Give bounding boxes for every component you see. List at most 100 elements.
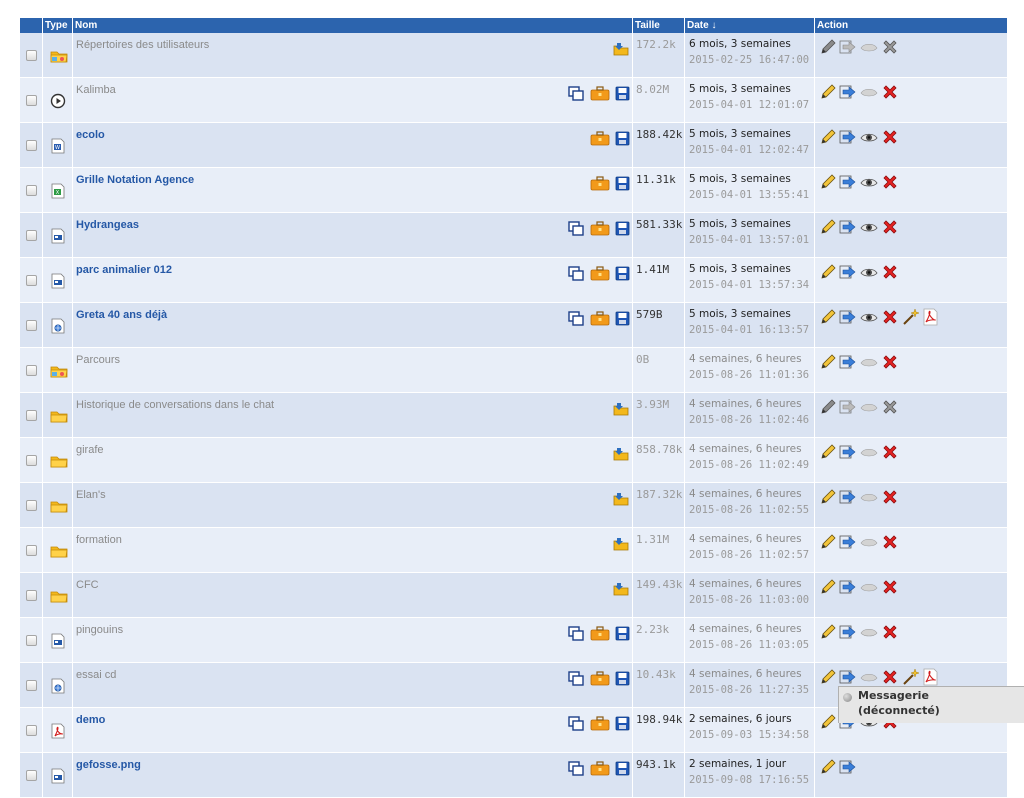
forward-icon[interactable]	[839, 399, 857, 415]
row-checkbox[interactable]	[25, 679, 37, 691]
briefcase-icon[interactable]	[590, 131, 610, 146]
save-icon[interactable]	[615, 671, 630, 686]
delete-icon[interactable]	[881, 38, 899, 56]
delete-icon[interactable]	[881, 398, 899, 416]
header-date[interactable]: Date ↓	[685, 18, 815, 33]
preview-icon[interactable]	[860, 535, 878, 549]
delete-icon[interactable]	[881, 83, 899, 101]
edit-icon[interactable]	[819, 488, 836, 506]
forward-icon[interactable]	[839, 534, 857, 550]
pdf-icon[interactable]	[923, 308, 939, 326]
delete-icon[interactable]	[881, 443, 899, 461]
edit-icon[interactable]	[819, 38, 836, 56]
file-name[interactable]: Kalimba	[76, 84, 116, 96]
edit-icon[interactable]	[819, 308, 836, 326]
file-name[interactable]: Grille Notation Agence	[76, 174, 194, 186]
save-icon[interactable]	[615, 761, 630, 776]
preview-icon[interactable]	[860, 445, 878, 459]
preview-icon[interactable]	[860, 40, 878, 54]
file-name[interactable]: Elan's	[76, 489, 106, 501]
table-row[interactable]: CFC 149.43k 4 semaines, 6 heures 2015-08-26…	[20, 573, 1008, 618]
row-checkbox[interactable]	[25, 499, 37, 511]
file-name[interactable]: demo	[76, 714, 105, 726]
briefcase-icon[interactable]	[590, 626, 610, 641]
move-icon[interactable]	[612, 446, 630, 462]
edit-icon[interactable]	[819, 173, 836, 191]
table-row[interactable]: Greta 40 ans déjà 579B 5 mois, 3 semaines 2…	[20, 303, 1008, 348]
forward-icon[interactable]	[839, 444, 857, 460]
table-row[interactable]: Historique de conversations dans le chat…	[20, 393, 1008, 438]
file-name[interactable]: pingouins	[76, 624, 123, 636]
edit-icon[interactable]	[819, 83, 836, 101]
table-row[interactable]: Hydrangeas 581.33k 5 mois, 3 semaines 2015-…	[20, 213, 1008, 258]
view-icon[interactable]	[860, 175, 878, 189]
table-row[interactable]: girafe 858.78k 4 semaines, 6 heures 2015-08…	[20, 438, 1008, 483]
row-checkbox[interactable]	[25, 454, 37, 466]
save-icon[interactable]	[615, 626, 630, 641]
forward-icon[interactable]	[839, 309, 857, 325]
table-row[interactable]: Kalimba 8.02M 5 mois, 3 semaines 2015-04-01…	[20, 78, 1008, 123]
copy-icon[interactable]	[568, 716, 585, 731]
view-icon[interactable]	[860, 130, 878, 144]
view-icon[interactable]	[860, 265, 878, 279]
table-row[interactable]: Répertoires des utilisateurs 172.2k 6 mois…	[20, 33, 1008, 78]
forward-icon[interactable]	[839, 84, 857, 100]
messenger-panel[interactable]: Messagerie (déconnecté)	[838, 686, 1024, 723]
forward-icon[interactable]	[839, 219, 857, 235]
move-icon[interactable]	[612, 536, 630, 552]
briefcase-icon[interactable]	[590, 221, 610, 236]
delete-icon[interactable]	[881, 308, 899, 326]
table-row[interactable]: Elan's 187.32k 4 semaines, 6 heures 2015-08…	[20, 483, 1008, 528]
row-checkbox[interactable]	[25, 229, 37, 241]
edit-icon[interactable]	[819, 443, 836, 461]
row-checkbox[interactable]	[25, 409, 37, 421]
copy-icon[interactable]	[568, 86, 585, 101]
edit-icon[interactable]	[819, 128, 836, 146]
forward-icon[interactable]	[839, 579, 857, 595]
briefcase-icon[interactable]	[590, 671, 610, 686]
row-checkbox[interactable]	[25, 184, 37, 196]
delete-icon[interactable]	[881, 173, 899, 191]
preview-icon[interactable]	[860, 670, 878, 684]
move-icon[interactable]	[612, 41, 630, 57]
row-checkbox[interactable]	[25, 634, 37, 646]
table-row[interactable]: parc animalier 012 1.41M 5 mois, 3 semaine…	[20, 258, 1008, 303]
save-icon[interactable]	[615, 176, 630, 191]
file-name[interactable]: Hydrangeas	[76, 219, 139, 231]
delete-icon[interactable]	[881, 533, 899, 551]
edit-icon[interactable]	[819, 623, 836, 641]
briefcase-icon[interactable]	[590, 86, 610, 101]
edit-icon[interactable]	[819, 263, 836, 281]
copy-icon[interactable]	[568, 266, 585, 281]
forward-icon[interactable]	[839, 174, 857, 190]
copy-icon[interactable]	[568, 761, 585, 776]
table-row[interactable]: X Grille Notation Agence 11.31k 5 mois, 3 s…	[20, 168, 1008, 213]
delete-icon[interactable]	[881, 128, 899, 146]
delete-icon[interactable]	[881, 623, 899, 641]
view-icon[interactable]	[860, 310, 878, 324]
file-name[interactable]: Greta 40 ans déjà	[76, 309, 167, 321]
save-icon[interactable]	[615, 716, 630, 731]
briefcase-icon[interactable]	[590, 761, 610, 776]
row-checkbox[interactable]	[25, 274, 37, 286]
delete-icon[interactable]	[881, 668, 899, 686]
move-icon[interactable]	[612, 401, 630, 417]
edit-icon[interactable]	[819, 533, 836, 551]
edit-icon[interactable]	[819, 713, 836, 731]
file-name[interactable]: Parcours	[76, 354, 120, 366]
preview-icon[interactable]	[860, 625, 878, 639]
row-checkbox[interactable]	[25, 364, 37, 376]
row-checkbox[interactable]	[25, 94, 37, 106]
row-checkbox[interactable]	[25, 544, 37, 556]
row-checkbox[interactable]	[25, 589, 37, 601]
table-row[interactable]: Parcours 0B 4 semaines, 6 heures 2015-08-26…	[20, 348, 1008, 393]
row-checkbox[interactable]	[25, 139, 37, 151]
wand-icon[interactable]	[902, 308, 920, 326]
row-checkbox[interactable]	[25, 319, 37, 331]
file-name[interactable]: Historique de conversations dans le chat	[76, 399, 274, 411]
save-icon[interactable]	[615, 311, 630, 326]
preview-icon[interactable]	[860, 355, 878, 369]
copy-icon[interactable]	[568, 671, 585, 686]
delete-icon[interactable]	[881, 263, 899, 281]
table-row[interactable]: gefosse.png 943.1k 2 semaines, 1 jour 2015-…	[20, 753, 1008, 798]
